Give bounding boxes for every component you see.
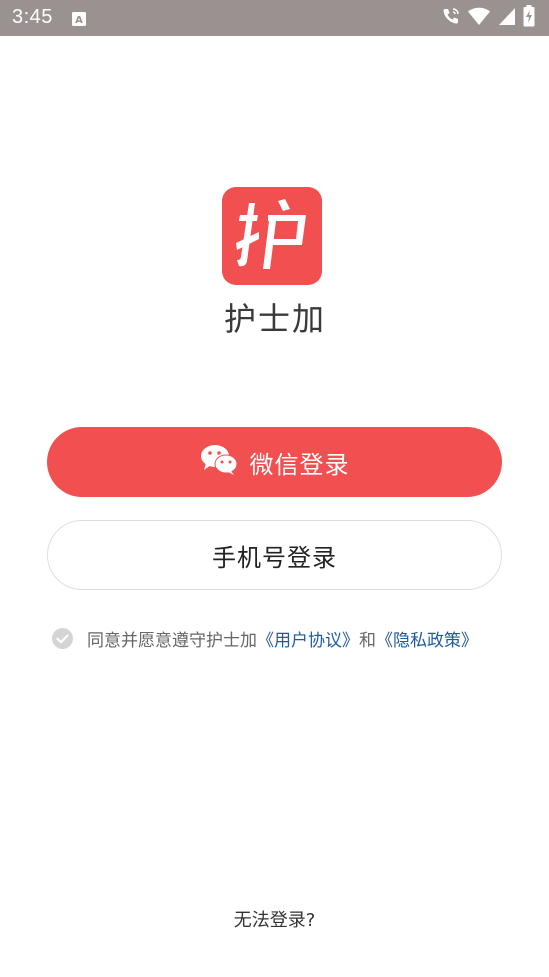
- privacy-policy-link[interactable]: 《隐私政策》: [376, 626, 478, 651]
- wifi-icon: [467, 6, 491, 30]
- signal-icon: [497, 6, 517, 30]
- status-bar: 3:45 A: [0, 0, 549, 36]
- wechat-icon: [200, 444, 238, 480]
- app-logo: [222, 187, 322, 285]
- svg-text:A: A: [75, 15, 83, 26]
- check-circle-icon: [52, 627, 73, 649]
- user-agreement-link[interactable]: 《用户协议》: [257, 626, 359, 651]
- wechat-login-label: 微信登录: [249, 450, 350, 479]
- status-icons: [441, 5, 535, 31]
- agreement-prefix: 同意并愿意遵守护士加: [87, 630, 257, 651]
- agreement-checkbox[interactable]: [52, 627, 73, 649]
- status-time: 3:45: [12, 6, 53, 28]
- phone-login-label: 手机号登录: [212, 543, 337, 572]
- cannot-login-link[interactable]: 无法登录?: [0, 906, 549, 932]
- agreement-row: 同意并愿意遵守护士加 《用户协议》 和 《隐私政策》: [52, 626, 478, 651]
- wechat-login-button[interactable]: 微信登录: [47, 427, 502, 497]
- agreement-conjunction: 和: [359, 630, 376, 651]
- app-name: 护士加: [223, 300, 326, 338]
- text-a-icon: A: [72, 11, 86, 26]
- battery-charging-icon: [523, 5, 535, 31]
- phone-login-button[interactable]: 手机号登录: [47, 520, 502, 590]
- phone-call-icon: [441, 6, 461, 30]
